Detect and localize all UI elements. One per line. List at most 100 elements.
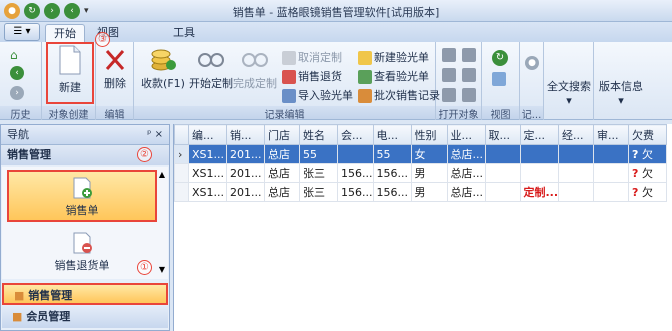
nav-bottom-member-management[interactable]: ■ 会员管理	[2, 306, 168, 328]
table-cell: 156...	[337, 163, 374, 183]
unpaid-icon: ?	[632, 167, 639, 180]
table-cell	[593, 144, 630, 164]
column-header[interactable]: 取...	[484, 124, 521, 145]
version-dropdown-icon: ▾	[618, 94, 624, 107]
sales-order-icon	[73, 177, 92, 199]
column-header[interactable]: 经...	[558, 124, 595, 145]
printer-icon-1[interactable]	[442, 48, 456, 62]
table-cell	[519, 163, 560, 183]
printer-icon-4[interactable]	[462, 68, 476, 82]
version-info-button[interactable]: 版本信息 ▾	[596, 78, 646, 107]
batch-record-label: 批次销售记录	[374, 89, 440, 102]
column-header[interactable]: 性别	[410, 124, 448, 145]
version-group: 版本信息 ▾	[594, 42, 648, 120]
scroll-up-icon[interactable]: ▲	[159, 170, 165, 179]
row-indicator	[174, 163, 189, 183]
table-cell: 张三	[299, 163, 338, 183]
column-header[interactable]: 会...	[337, 124, 374, 145]
table-cell: 总店...	[446, 163, 486, 183]
unpaid-icon: ?	[632, 148, 639, 161]
view-light-label: 查看验光单	[374, 70, 429, 83]
nav-item-sales-order[interactable]: 销售单	[7, 170, 157, 222]
printer-icon-3[interactable]	[442, 68, 456, 82]
tab-start[interactable]: 开始	[45, 24, 85, 42]
pin-icon[interactable]: ᵖ	[147, 129, 151, 140]
annotation-number-one: ①	[137, 260, 152, 275]
printer-icon-6[interactable]	[462, 88, 476, 102]
records-group: ● 记...	[520, 42, 544, 121]
column-header[interactable]: 定...	[519, 124, 560, 145]
new-light-icon	[358, 51, 372, 65]
table-cell: 201...	[226, 163, 265, 183]
view-layout-icon[interactable]	[492, 72, 506, 86]
history-forward-icon[interactable]: ›	[10, 86, 24, 100]
table-cell	[593, 182, 630, 202]
start-custom-button[interactable]: 开始定制	[188, 46, 234, 91]
nav-title: 导航	[7, 128, 29, 141]
table-row[interactable]: XS1... 201... 总店 张三 156... 156... 男 总店..…	[174, 182, 668, 202]
table-row[interactable]: › XS1... 201... 总店 55 55 女 总店... ? 欠	[174, 144, 668, 164]
sales-return-button[interactable]: 销售退货	[282, 69, 342, 85]
glasses-icon	[198, 53, 224, 67]
printer-icon-5[interactable]	[442, 88, 456, 102]
column-header[interactable]: 电...	[372, 124, 412, 145]
view-group: ↻ 视图	[482, 42, 520, 121]
records-icon[interactable]: ●	[525, 56, 539, 70]
unpaid-text: 欠	[641, 167, 653, 180]
column-header[interactable]: 业...	[446, 124, 486, 145]
cancel-custom-button[interactable]: 取消定制	[282, 50, 342, 66]
column-header[interactable]: 欠费	[628, 124, 668, 145]
row-indicator-header	[174, 124, 189, 145]
finish-custom-button[interactable]: 完成定制	[232, 46, 278, 91]
records-group-label: 记...	[520, 106, 543, 121]
table-cell: XS1...	[188, 144, 227, 164]
sales-return-doc-icon	[73, 232, 92, 254]
nav-bottom-members-label: 会员管理	[26, 310, 71, 323]
new-light-label: 新建验光单	[374, 51, 429, 64]
history-group-label: 历史	[0, 106, 41, 121]
table-cell: 张三	[299, 182, 338, 202]
view-light-button[interactable]: 查看验光单	[358, 69, 429, 85]
table-cell	[484, 144, 521, 164]
table-cell: 总店...	[446, 144, 486, 164]
finish-custom-label: 完成定制	[233, 77, 277, 90]
nav-bottom-sales-management[interactable]: ■ 销售管理	[2, 283, 168, 305]
ribbon: ⌂ ‹ › 历史 新建 对象创建 ③ 删除 编辑 收款(F1) 开始定制 完成定…	[0, 32, 672, 121]
view-refresh-icon[interactable]: ↻	[492, 50, 508, 66]
column-header[interactable]: 编...	[188, 124, 227, 145]
history-home-icon[interactable]: ⌂	[10, 48, 18, 62]
annotation-box-new	[46, 42, 94, 104]
table-cell: ? 欠	[628, 182, 668, 202]
printer-icon-2[interactable]	[462, 48, 476, 62]
table-cell	[593, 163, 630, 183]
close-icon[interactable]: ×	[155, 129, 163, 140]
column-header[interactable]: 销...	[226, 124, 265, 145]
app-menu-button[interactable]: ☰ ▾	[4, 23, 40, 41]
navigation-pane: 导航 ᵖ × 销售管理 销售单 销售退货单 ▲ ▼ ② ① ■ 销售管理 ■ 会…	[0, 124, 170, 331]
table-cell	[484, 182, 521, 202]
table-cell	[558, 163, 595, 183]
table-cell: 女	[410, 144, 448, 164]
new-light-button[interactable]: 新建验光单	[358, 50, 429, 66]
delete-icon	[105, 50, 125, 70]
column-header[interactable]: 姓名	[299, 124, 338, 145]
object-create-group: 新建 对象创建	[42, 42, 96, 121]
import-light-button[interactable]: 导入验光单	[282, 88, 353, 104]
collect-button[interactable]: 收款(F1)	[140, 46, 186, 91]
sales-return-icon	[282, 70, 296, 84]
column-header[interactable]: 审...	[593, 124, 630, 145]
nav-item-sales-return[interactable]: 销售退货单	[7, 227, 157, 277]
table-cell: 201...	[226, 144, 265, 164]
batch-record-button[interactable]: 批次销售记录	[358, 88, 440, 104]
table-row[interactable]: XS1... 201... 总店 张三 156... 156... 男 总店..…	[174, 163, 668, 183]
column-header[interactable]: 门店	[264, 124, 300, 145]
collect-button-label: 收款(F1)	[141, 77, 185, 90]
tab-tools[interactable]: 工具	[165, 24, 203, 42]
row-indicator-icon: ›	[174, 144, 189, 164]
table-cell	[484, 163, 521, 183]
scroll-down-icon[interactable]: ▼	[159, 265, 165, 274]
full-text-search-button[interactable]: 全文搜索 ▾	[546, 78, 592, 107]
delete-button[interactable]: 删除	[100, 48, 130, 91]
table-cell: ? 欠	[628, 144, 668, 164]
history-back-icon[interactable]: ‹	[10, 66, 24, 80]
